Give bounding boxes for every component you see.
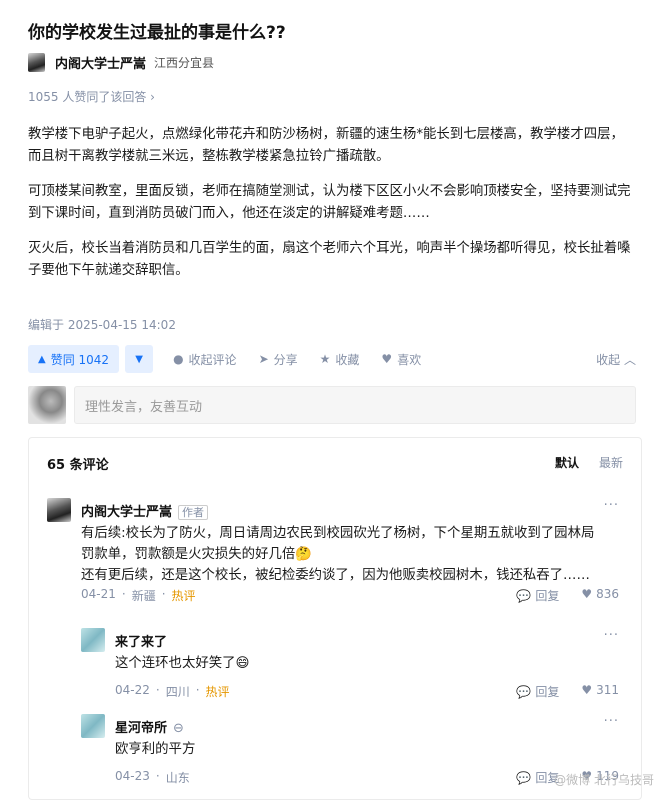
commenter-name[interactable]: 星河帝所 ⊖ [115, 717, 184, 736]
comment-date: 04-21 [81, 587, 116, 601]
comment-text: 这个连环也太好笑了😄 [115, 653, 249, 674]
author-location: 江西分宜县 [154, 55, 215, 70]
comment-text: 欧亨利的平方 [115, 739, 195, 760]
like-label: 喜欢 [397, 352, 422, 367]
comment-meta: 04-23 · 山东 [115, 769, 190, 785]
reply-label: 回复 [535, 685, 560, 699]
heart-icon: ♥ [581, 683, 593, 697]
comment-item: 来了来了 ··· 这个连环也太好笑了😄 04-22 · 四川 · 热评 💬 回复 ♥ 3… [81, 628, 627, 700]
author-tag-badge: 作者 [178, 505, 209, 520]
commenter-avatar[interactable] [47, 498, 71, 522]
reply-button[interactable]: 💬 回复 [516, 587, 559, 604]
share-label: 分享 [273, 352, 298, 367]
upvote-count-link[interactable]: 1055 人赞同了该回答 › [28, 88, 155, 105]
answer-paragraph: 灭火后，校长当着消防员和几百学生的面，扇这个老师六个耳光，响声半个操场都听得见，… [28, 241, 631, 278]
comment-input[interactable]: 理性发言，友善互动 [74, 386, 636, 424]
reply-label: 回复 [535, 589, 560, 603]
answer-body: 教学楼下电驴子起火，点燃绿化带花卉和防沙杨树，新疆的速生杨*能长到七层楼高，教学… [28, 124, 636, 295]
question-title[interactable]: 你的学校发生过最扯的事是什么?? [28, 18, 286, 43]
upvote-icon: ▲ [38, 353, 46, 365]
answer-paragraph: 教学楼下电驴子起火，点燃绿化带花卉和防沙杨树，新疆的速生杨*能长到七层楼高，教学… [28, 127, 624, 164]
share-button[interactable]: ➤ 分享 [259, 351, 298, 368]
like-button[interactable]: ♥ 喜欢 [381, 351, 421, 368]
hot-comment-badge: 热评 [205, 685, 230, 699]
comment-line: 欧亨利的平方 [115, 742, 196, 757]
comment-item: 内阁大学士严嵩 作者 ··· 有后续:校长为了防火，周日请周边农民到校园砍光了杨树… [47, 498, 627, 608]
reply-icon: 💬 [516, 589, 532, 603]
upvote-button[interactable]: ▲ 赞同 1042 [28, 345, 120, 373]
comments-sort: 默认 最新 [555, 454, 623, 471]
comment-line: 这个连环也太好笑了😄 [115, 656, 250, 671]
collapse-comments-button[interactable]: ● 收起评论 [173, 351, 237, 368]
commenter-name-text: 星河帝所 [115, 721, 168, 736]
comment-like-button[interactable]: ♥ 311 [581, 683, 619, 700]
comment-line: 还有更后续，还是这个校长，被纪检委约谈了，因为他贩卖校园树木，钱还私吞了…… [81, 568, 590, 583]
collapse-answer-button[interactable]: 收起 ︿ [596, 351, 636, 368]
comment-actions: 💬 回复 ♥ 836 [516, 587, 619, 604]
comment-meta: 04-21 · 新疆 · 热评 [81, 587, 196, 603]
comment-like-count: 311 [596, 683, 619, 697]
current-user-avatar [28, 386, 66, 424]
heart-icon: ♥ [381, 352, 393, 366]
star-icon: ★ [319, 352, 331, 366]
comment-icon: ● [173, 352, 184, 366]
reply-icon: 💬 [516, 771, 532, 785]
edited-time: 编辑于 2025-04-15 14:02 [28, 318, 176, 332]
favorite-button[interactable]: ★ 收藏 [320, 351, 360, 368]
answer-paragraph: 可顶楼某间教室，里面反锁，老师在搞随堂测试，认为楼下区区小火不会影响顶楼安全，坚… [28, 184, 631, 221]
comment-item: 星河帝所 ⊖ ··· 欧亨利的平方 04-23 · 山东 💬 回复 ♥ 119 [81, 714, 627, 786]
comment-like-count: 836 [596, 587, 619, 601]
more-icon[interactable]: ··· [604, 714, 619, 729]
comment-location: 山东 [165, 771, 190, 785]
level-badge-icon: ⊖ [173, 721, 184, 736]
comment-location: 四川 [165, 685, 190, 699]
reply-button[interactable]: 💬 回复 [516, 769, 559, 786]
comment-line: 有后续:校长为了防火，周日请周边农民到校园砍光了杨树，下个星期五就收到了园林局 [81, 526, 595, 541]
downvote-button[interactable]: ▼ [125, 345, 154, 373]
comment-date: 04-23 [115, 769, 150, 783]
comment-location: 新疆 [131, 589, 156, 603]
upvote-label: 赞同 1042 [50, 352, 110, 367]
comment-actions: 💬 回复 ♥ 311 [516, 683, 619, 700]
author-row: 内阁大学士严嵩 江西分宜县 [28, 52, 214, 72]
watermark: @微博 北行乌技哥 [554, 773, 654, 787]
comment-like-button[interactable]: ♥ 836 [581, 587, 619, 604]
comments-count: 65 条评论 [47, 458, 109, 473]
commenter-name[interactable]: 来了来了 [115, 631, 167, 650]
author-name[interactable]: 内阁大学士严嵩 [55, 53, 146, 72]
sort-latest-tab[interactable]: 最新 [599, 454, 623, 471]
comments-panel: 65 条评论 默认 最新 内阁大学士严嵩 作者 ··· 有后续:校长为了防火，周日… [28, 437, 642, 800]
commenter-avatar[interactable] [81, 628, 105, 652]
comment-text: 有后续:校长为了防火，周日请周边农民到校园砍光了杨树，下个星期五就收到了园林局 … [81, 523, 594, 586]
downvote-icon: ▼ [135, 353, 143, 365]
commenter-name-text: 内阁大学士严嵩 [81, 505, 173, 520]
sort-default-tab[interactable]: 默认 [555, 454, 579, 471]
reply-button[interactable]: 💬 回复 [516, 683, 559, 700]
heart-icon: ♥ [581, 587, 593, 601]
collapse-comments-label: 收起评论 [188, 352, 237, 367]
action-bar: ▲ 赞同 1042 ▼ ● 收起评论 ➤ 分享 ★ 收藏 ♥ 喜欢 收起 ︿ [28, 345, 636, 373]
comment-date: 04-22 [115, 683, 150, 697]
comment-input-row: 理性发言，友善互动 [28, 383, 636, 427]
hot-comment-badge: 热评 [171, 589, 196, 603]
commenter-avatar[interactable] [81, 714, 105, 738]
author-avatar[interactable] [28, 52, 45, 72]
more-icon[interactable]: ··· [604, 498, 619, 513]
share-icon: ➤ [258, 352, 269, 366]
more-icon[interactable]: ··· [604, 628, 619, 643]
favorite-label: 收藏 [335, 352, 360, 367]
reply-icon: 💬 [516, 685, 532, 699]
comment-meta: 04-22 · 四川 · 热评 [115, 683, 230, 699]
comment-line: 罚款单，罚款额是火灾损失的好几倍🤔 [81, 547, 312, 562]
commenter-name[interactable]: 内阁大学士严嵩 作者 [81, 501, 209, 520]
